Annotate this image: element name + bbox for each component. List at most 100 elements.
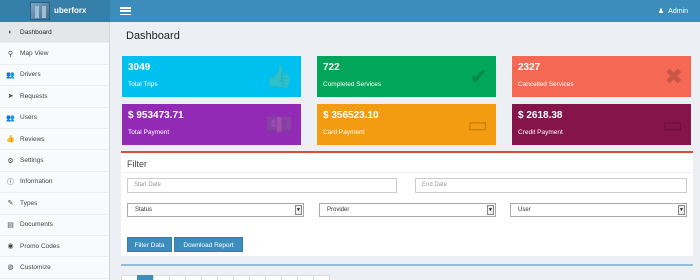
page-link[interactable] [217,275,234,280]
info-icon: ⓘ [7,178,14,186]
end-date-input[interactable]: End Date [415,178,687,193]
users-icon: 👥 [6,71,15,79]
stat-label: Total Payment [128,129,170,136]
section-divider [121,264,693,266]
page-link[interactable] [233,275,250,280]
sidebar-item-documents[interactable]: ▤ Documents [0,215,109,236]
sidebar-item-requests[interactable]: ➤ Requests [0,86,109,108]
page-link[interactable] [297,275,314,280]
sidebar-item-label: Users [20,114,37,122]
logo-image [30,2,50,20]
stat-tile-card-payment: $ 356523.10 Card Payment ▭ [317,104,496,145]
stat-label: Credit Payment [518,129,563,136]
page-link[interactable] [153,275,170,280]
sidebar-item-settings[interactable]: ⚙ Settings [0,150,109,172]
sidebar: ◐ Dashboard ⚲ Map View 👥 Drivers ➤ Requests 👥 Use… [0,22,110,280]
sidebar-item-label: Settings [20,157,44,165]
credit-card-icon: ▭ [467,112,488,137]
logo-area[interactable]: uberforx [0,0,110,22]
customize-icon: ◍ [7,264,14,272]
sidebar-item-label: Requests [20,92,48,100]
stat-tile-total-trips: 3049 Total Trips 👍 [122,56,301,97]
admin-user-menu[interactable]: ♟ Admin [658,7,688,15]
stat-value: 722 [323,62,340,73]
filter-panel: Filter Start Date End Date Status ▼ Prov… [121,151,693,256]
stat-value: $ 2618.38 [518,110,563,121]
stat-tile-cancelled-services: 2327 Cancelled Services ✖ [512,56,691,97]
page-link[interactable] [265,275,282,280]
stat-value: $ 953473.71 [128,110,184,121]
sidebar-item-users[interactable]: 👥 Users [0,108,109,129]
sidebar-item-label: Drivers [20,71,41,79]
page-link[interactable] [249,275,266,280]
sidebar-item-label: Information [20,178,53,186]
sidebar-item-promo-codes[interactable]: ◉ Promo Codes [0,236,109,258]
menu-toggle-icon[interactable] [120,7,131,16]
stat-value: $ 356523.10 [323,110,379,121]
sidebar-item-label: Promo Codes [20,242,60,250]
chevron-down-icon: ▼ [678,205,685,215]
user-select-value: User [518,207,531,213]
provider-select-value: Provider [327,207,350,213]
close-icon: ✖ [664,64,683,89]
page-link[interactable] [185,275,202,280]
sidebar-item-information[interactable]: ⓘ Information [0,172,109,194]
stat-label: Cancelled Services [518,81,574,88]
location-arrow-icon: ➤ [7,93,14,101]
brand-name: uberforx [54,6,87,15]
user-icon: ♟ [657,8,665,15]
money-icon: 💵 [265,112,293,137]
credit-card-icon: ▭ [662,112,683,137]
download-report-button[interactable]: Download Report [174,237,243,252]
chevron-down-icon: ▼ [295,205,302,215]
tags-icon: ✎ [7,200,14,208]
sidebar-item-label: Dashboard [20,28,52,36]
stat-tile-credit-payment: $ 2618.38 Credit Payment ▭ [512,104,691,145]
stat-value: 3049 [128,62,151,73]
check-icon: ✔ [469,64,488,89]
stat-tile-completed-services: 722 Completed Services ✔ [317,56,496,97]
sidebar-item-map-view[interactable]: ⚲ Map View [0,43,109,65]
sidebar-item-label: Documents [20,221,53,229]
promo-icon: ◉ [7,243,14,251]
status-select-value: Status [135,207,153,213]
pagination [121,275,330,280]
dashboard-icon: ◐ [8,28,13,36]
sidebar-item-types[interactable]: ✎ Types [0,193,109,215]
status-select[interactable]: Status ▼ [127,203,304,217]
stat-label: Card Payment [323,129,365,136]
sidebar-item-customize[interactable]: ◍ Customize [0,257,109,279]
page-link[interactable] [313,275,330,280]
page-link[interactable] [169,275,186,280]
page-title: Dashboard [126,30,180,42]
map-pin-icon: ⚲ [7,50,14,58]
sidebar-item-label: Reviews [20,135,45,143]
user-select[interactable]: User ▼ [510,203,687,217]
filter-data-button[interactable]: Filter Data [127,237,172,252]
stat-label: Completed Services [323,81,382,88]
stat-tile-total-payment: $ 953473.71 Total Payment 💵 [122,104,301,145]
filter-title: Filter [127,159,147,169]
sidebar-item-dashboard[interactable]: ◐ Dashboard [0,22,109,44]
sidebar-item-drivers[interactable]: 👥 Drivers [0,65,109,87]
cogs-icon: ⚙ [7,157,14,165]
stat-value: 2327 [518,62,541,73]
sidebar-item-label: Types [20,199,38,207]
divider [121,172,693,173]
documents-icon: ▤ [7,221,14,229]
chevron-down-icon: ▼ [487,205,494,215]
thumbs-up-icon: 👍 [265,64,293,89]
page-link-current[interactable] [137,275,154,280]
stat-label: Total Trips [128,81,158,88]
sidebar-item-label: Map View [20,50,49,58]
provider-select[interactable]: Provider ▼ [319,203,496,217]
admin-label: Admin [668,8,688,15]
page-link[interactable] [281,275,298,280]
thumbs-up-icon: 👍 [6,136,15,144]
top-header: uberforx ♟ Admin [0,0,700,22]
page-link[interactable] [121,275,138,280]
page-link[interactable] [201,275,218,280]
users-icon: 👥 [6,114,15,122]
sidebar-item-reviews[interactable]: 👍 Reviews [0,129,109,151]
start-date-input[interactable]: Start Date [127,178,397,193]
